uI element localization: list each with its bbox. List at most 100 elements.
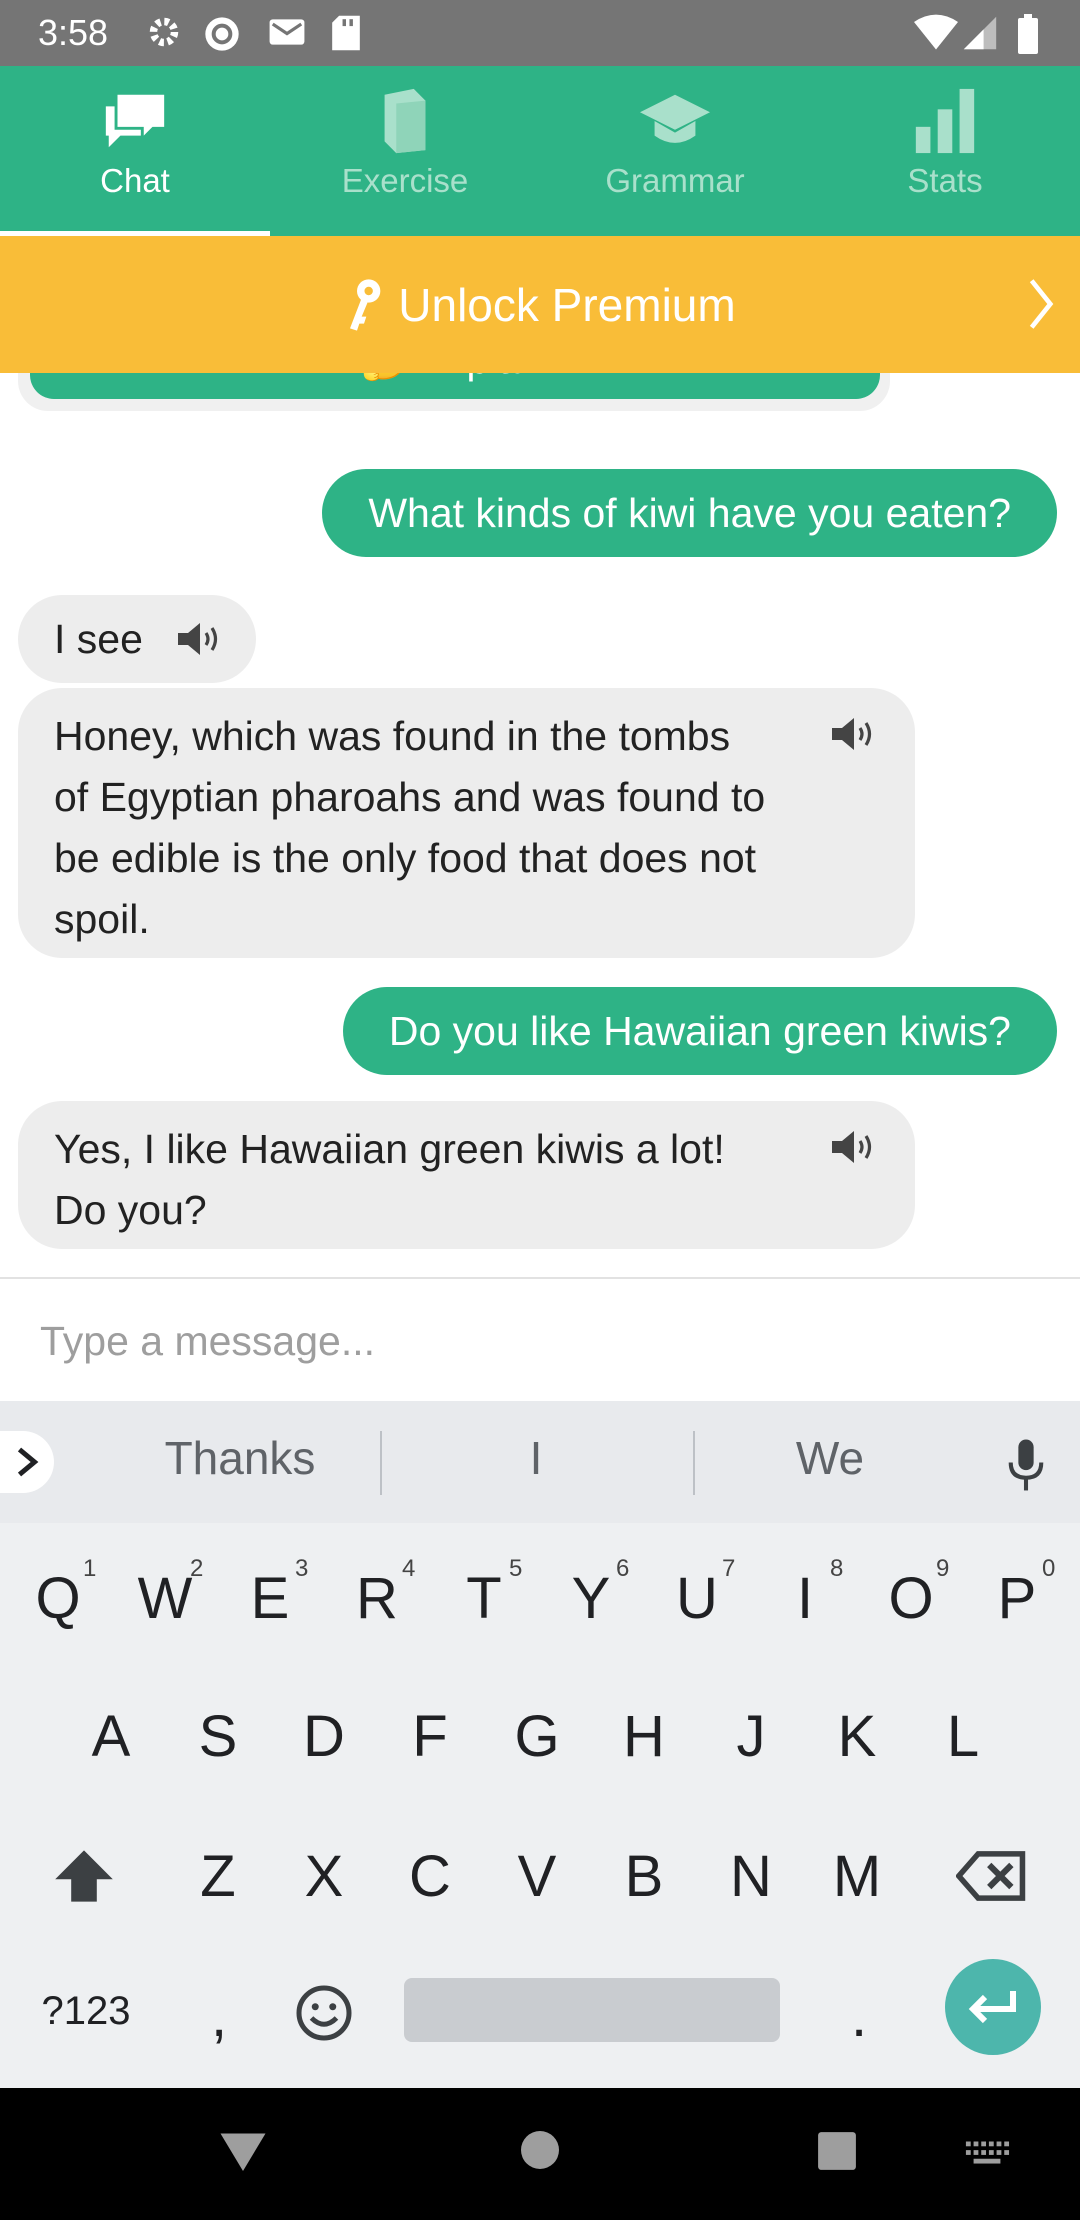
suggestion-item[interactable]: Thanks <box>90 1431 390 1485</box>
bot-message: Yes, I like Hawaiian green kiwis a lot! … <box>18 1101 915 1249</box>
key-d[interactable]: D <box>279 1703 369 1770</box>
key-z[interactable]: Z <box>173 1843 263 1910</box>
key-i[interactable]: I8 <box>760 1555 850 1632</box>
key-area: Q1 W2 E3 R4 T5 Y6 U7 I8 O9 P0 A S D F G … <box>0 1523 1080 2088</box>
suggestion-bar: Thanks I We <box>0 1401 1080 1523</box>
message-composer <box>0 1277 1080 1403</box>
chat-messages: 🤔 Explain What kinds of kiwi have you ea… <box>0 373 1080 1277</box>
key-a[interactable]: A <box>66 1703 156 1770</box>
key-u[interactable]: U7 <box>652 1555 742 1632</box>
key-label: O <box>888 1566 934 1631</box>
key-j[interactable]: J <box>706 1703 796 1770</box>
spacebar[interactable] <box>404 1978 780 2042</box>
key-e[interactable]: E3 <box>225 1555 315 1632</box>
tab-chat[interactable]: Chat <box>0 66 270 236</box>
sd-card-icon <box>332 15 360 51</box>
key-s[interactable]: S <box>173 1703 263 1770</box>
bot-message: I see <box>18 595 256 683</box>
tab-label: Grammar <box>605 162 745 199</box>
key-label: Y <box>571 1566 611 1631</box>
key-c[interactable]: C <box>385 1843 475 1910</box>
signal-icon <box>963 16 997 50</box>
enter-icon <box>968 1991 1016 2024</box>
period-key[interactable]: . <box>814 1983 904 2050</box>
key-m[interactable]: M <box>812 1843 902 1910</box>
key-p[interactable]: P0 <box>972 1555 1062 1632</box>
key-hint: 6 <box>616 1555 630 1582</box>
settings-icon <box>149 17 179 47</box>
tab-exercise[interactable]: Exercise <box>270 66 540 236</box>
key-hint: 8 <box>830 1555 844 1582</box>
chat-icon <box>105 94 165 148</box>
speaker-icon[interactable] <box>828 1127 880 1167</box>
speaker-icon[interactable] <box>174 619 226 659</box>
book-icon <box>384 88 426 154</box>
sync-icon <box>205 17 239 51</box>
key-q[interactable]: Q1 <box>13 1555 103 1632</box>
key-hint: 7 <box>722 1555 736 1582</box>
key-label: I <box>796 1566 814 1631</box>
chevron-right-icon <box>1029 279 1054 329</box>
key-label: P <box>997 1566 1037 1631</box>
keyboard-switch-icon[interactable] <box>964 2138 1010 2168</box>
message-input[interactable] <box>38 1305 1042 1377</box>
microphone-icon[interactable] <box>1004 1437 1048 1493</box>
key-label: Q <box>35 1566 81 1631</box>
tab-label: Stats <box>907 162 983 199</box>
key-b[interactable]: B <box>599 1843 689 1910</box>
message-card: 🤔 Explain <box>18 373 890 411</box>
tab-stats[interactable]: Stats <box>810 66 1080 236</box>
premium-label: Unlock Premium <box>398 278 736 331</box>
shift-icon[interactable] <box>52 1846 116 1906</box>
message-line: spoil. <box>54 896 150 942</box>
key-y[interactable]: Y6 <box>546 1555 636 1632</box>
unlock-premium-banner[interactable]: Unlock Premium <box>0 236 1080 373</box>
key-o[interactable]: O9 <box>866 1555 956 1632</box>
key-label: U <box>676 1566 718 1631</box>
user-message: What kinds of kiwi have you eaten? <box>322 469 1057 557</box>
key-n[interactable]: N <box>706 1843 796 1910</box>
speaker-icon[interactable] <box>828 714 880 754</box>
key-hint: 1 <box>83 1555 97 1582</box>
tab-bar: Chat Exercise Grammar Stats <box>0 66 1080 236</box>
battery-icon <box>1018 14 1038 54</box>
key-l[interactable]: L <box>918 1703 1008 1770</box>
explain-button[interactable]: 🤔 Explain <box>30 373 880 399</box>
key-w[interactable]: W2 <box>120 1555 210 1632</box>
expand-suggestions-button[interactable] <box>0 1431 54 1493</box>
key-h[interactable]: H <box>599 1703 689 1770</box>
key-g[interactable]: G <box>492 1703 582 1770</box>
key-x[interactable]: X <box>279 1843 369 1910</box>
key-hint: 4 <box>402 1555 416 1582</box>
emoji-icon[interactable] <box>294 1983 354 2043</box>
message-line: be edible is the only food that does not <box>54 835 757 881</box>
home-icon[interactable] <box>520 2130 560 2170</box>
key-k[interactable]: K <box>812 1703 902 1770</box>
backspace-icon[interactable] <box>956 1848 1028 1904</box>
suggestion-item[interactable]: We <box>680 1431 980 1485</box>
chevron-right-icon <box>17 1447 39 1477</box>
key-hint: 2 <box>190 1555 204 1582</box>
message-line: of Egyptian pharoahs and was found to <box>54 774 766 820</box>
enter-key[interactable] <box>945 1959 1041 2055</box>
key-f[interactable]: F <box>385 1703 475 1770</box>
key-v[interactable]: V <box>492 1843 582 1910</box>
suggestion-item[interactable]: I <box>386 1431 686 1485</box>
key-t[interactable]: T5 <box>439 1555 529 1632</box>
key-label: R <box>356 1566 398 1631</box>
tab-grammar[interactable]: Grammar <box>540 66 810 236</box>
key-r[interactable]: R4 <box>332 1555 422 1632</box>
system-navigation-bar <box>0 2088 1080 2220</box>
tab-label: Chat <box>100 162 170 199</box>
key-label: W <box>137 1566 193 1631</box>
back-icon[interactable] <box>218 2128 268 2174</box>
recents-icon[interactable] <box>816 2130 858 2172</box>
on-screen-keyboard: Thanks I We Q1 W2 E3 R4 T5 Y6 U7 I8 O9 P… <box>0 1401 1080 2088</box>
message-text: I see <box>54 616 143 662</box>
symbols-key[interactable]: ?123 <box>36 1989 136 2034</box>
key-icon <box>350 278 381 331</box>
tab-label: Exercise <box>341 162 469 199</box>
comma-key[interactable]: , <box>174 1983 264 2050</box>
user-message: Do you like Hawaiian green kiwis? <box>342 987 1057 1075</box>
message-line: Do you? <box>54 1187 207 1233</box>
